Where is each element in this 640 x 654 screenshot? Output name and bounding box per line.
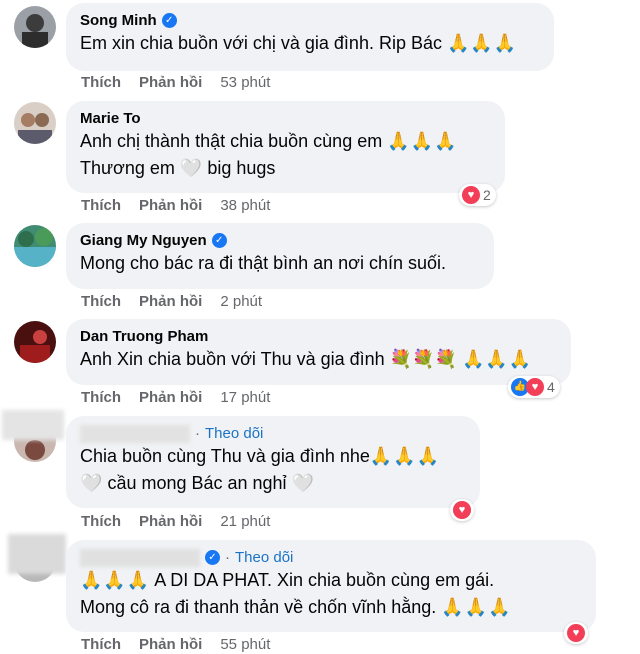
comment-actions: Thích Phản hồi 17 phút bbox=[81, 389, 270, 406]
love-reaction-icon: ♥ bbox=[526, 378, 544, 396]
love-reaction-icon: ♥ bbox=[567, 624, 585, 642]
pray-emoji-icon: 🙏🙏🙏 bbox=[447, 33, 518, 53]
love-reaction-icon: ♥ bbox=[462, 186, 480, 204]
comment-text: Mong cô ra đi thanh thản về chốn vĩnh hằ… bbox=[80, 597, 512, 617]
verified-badge-icon: ✓ bbox=[205, 550, 220, 565]
comment-text: Em xin chia buồn với chị và gia đình. Ri… bbox=[80, 33, 518, 53]
reply-button[interactable]: Phản hồi bbox=[139, 636, 202, 653]
comment-text: Anh chị thành thật chia buồn cùng em 🙏🙏🙏 bbox=[80, 131, 458, 151]
comment-bubble: Song Minh ✓ Em xin chia buồn với chị và … bbox=[66, 3, 554, 71]
like-button[interactable]: Thích bbox=[81, 513, 121, 530]
follow-button[interactable]: Theo dõi bbox=[205, 424, 263, 443]
comment-text: Thương em 🤍 big hugs bbox=[80, 158, 276, 178]
verified-badge-icon: ✓ bbox=[161, 13, 177, 28]
blurred-author-name bbox=[80, 548, 200, 567]
author-name[interactable]: Giang My Nguyen bbox=[80, 231, 207, 250]
love-reaction-icon: ♥ bbox=[453, 501, 471, 519]
comment-text: 🙏🙏🙏 A DI DA PHAT. Xin chia buồn cùng em … bbox=[80, 570, 495, 590]
verified-badge-icon: ✓ bbox=[211, 233, 227, 248]
comment-bubble: Giang My Nguyen ✓ Mong cho bác ra đi thậ… bbox=[66, 223, 494, 289]
separator-dot: · bbox=[195, 425, 200, 442]
pray-emoji-icon: 🙏🙏🙏 bbox=[80, 570, 151, 590]
blurred-avatar-overlay bbox=[2, 410, 64, 440]
avatar[interactable] bbox=[14, 102, 56, 144]
like-button[interactable]: Thích bbox=[81, 389, 121, 406]
white-heart-icon: 🤍 bbox=[179, 158, 203, 178]
comment-text: Chia buồn cùng Thu và gia đình nhe🙏🙏🙏 bbox=[80, 446, 441, 466]
white-heart-icon: 🤍 bbox=[291, 473, 314, 493]
comment-bubble: Marie To Anh chị thành thật chia buồn cù… bbox=[66, 101, 505, 193]
comment-text: Mong cho bác ra đi thật bình an nơi chín… bbox=[80, 253, 447, 273]
timestamp[interactable]: 2 phút bbox=[220, 293, 262, 310]
bouquet-emoji-icon: 💐💐💐 bbox=[389, 349, 457, 369]
reply-button[interactable]: Phản hồi bbox=[139, 389, 202, 406]
timestamp[interactable]: 21 phút bbox=[220, 513, 270, 530]
comment-actions: Thích Phản hồi 2 phút bbox=[81, 293, 262, 310]
avatar[interactable] bbox=[14, 321, 56, 363]
timestamp[interactable]: 55 phút bbox=[220, 636, 270, 653]
comment-text: 🤍 cầu mong Bác an nghỉ 🤍 bbox=[80, 473, 314, 493]
like-button[interactable]: Thích bbox=[81, 636, 121, 653]
like-button[interactable]: Thích bbox=[81, 197, 121, 214]
follow-button[interactable]: Theo dõi bbox=[235, 548, 293, 567]
comment-actions: Thích Phản hồi 53 phút bbox=[81, 74, 270, 91]
reply-button[interactable]: Phản hồi bbox=[139, 74, 202, 91]
reaction-count[interactable]: ♥ bbox=[450, 499, 474, 521]
comment-bubble: Dan Truong Pham Anh Xin chia buồn với Th… bbox=[66, 319, 571, 385]
comment-actions: Thích Phản hồi 55 phút bbox=[81, 636, 270, 653]
avatar[interactable] bbox=[14, 225, 56, 267]
reaction-count[interactable]: 👍 ♥ 4 bbox=[508, 376, 560, 398]
pray-emoji-icon: 🙏🙏🙏 bbox=[441, 597, 512, 617]
timestamp[interactable]: 53 phút bbox=[220, 74, 270, 91]
comment-bubble: ✓ · Theo dõi 🙏🙏🙏 A DI DA PHAT. Xin chia … bbox=[66, 540, 596, 632]
timestamp[interactable]: 38 phút bbox=[220, 197, 270, 214]
pray-emoji-icon: 🙏🙏🙏 bbox=[387, 131, 458, 151]
reply-button[interactable]: Phản hồi bbox=[139, 197, 202, 214]
separator-dot: · bbox=[225, 549, 230, 566]
comment-bubble: · Theo dõi Chia buồn cùng Thu và gia đìn… bbox=[66, 416, 480, 508]
reaction-count[interactable]: ♥ 2 bbox=[459, 184, 496, 206]
author-name[interactable]: Song Minh bbox=[80, 11, 157, 30]
like-button[interactable]: Thích bbox=[81, 74, 121, 91]
reply-button[interactable]: Phản hồi bbox=[139, 293, 202, 310]
blurred-avatar-overlay bbox=[8, 534, 66, 574]
timestamp[interactable]: 17 phút bbox=[220, 389, 270, 406]
author-name[interactable]: Marie To bbox=[80, 109, 141, 128]
avatar[interactable] bbox=[14, 6, 56, 48]
like-button[interactable]: Thích bbox=[81, 293, 121, 310]
comment-text: Anh Xin chia buồn với Thu và gia đình 💐💐… bbox=[80, 349, 533, 369]
reply-button[interactable]: Phản hồi bbox=[139, 513, 202, 530]
blurred-author-name bbox=[80, 424, 190, 443]
comment-actions: Thích Phản hồi 21 phút bbox=[81, 513, 270, 530]
comment-actions: Thích Phản hồi 38 phút bbox=[81, 197, 270, 214]
pray-emoji-icon: 🙏🙏🙏 bbox=[461, 349, 533, 369]
pray-emoji-icon: 🙏🙏🙏 bbox=[369, 446, 441, 466]
author-name[interactable]: Dan Truong Pham bbox=[80, 327, 208, 346]
white-heart-icon: 🤍 bbox=[80, 473, 103, 493]
reaction-count[interactable]: ♥ bbox=[564, 622, 588, 644]
